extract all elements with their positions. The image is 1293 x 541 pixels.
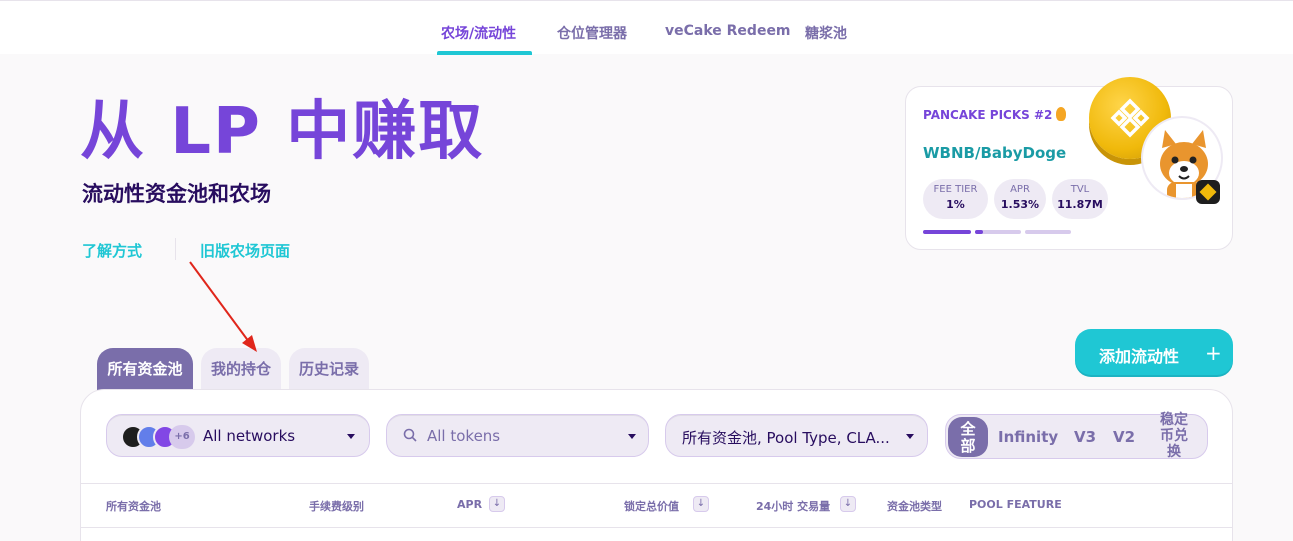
- sort-volume-icon[interactable]: ↓: [840, 496, 856, 512]
- plus-icon: +: [1205, 341, 1222, 365]
- top-subnav-bar: 农场/流动性 仓位管理器 veCake Redeem 糖浆池: [0, 0, 1293, 55]
- version-stableswap[interactable]: 稳定 币兑换: [1156, 412, 1192, 460]
- picks-pair-name[interactable]: WBNB/BabyDoge: [923, 144, 1066, 162]
- version-v3[interactable]: V3: [1074, 428, 1096, 446]
- stat-fee-tier: FEE TIER 1%: [923, 179, 988, 219]
- table-header-top-divider: [81, 483, 1232, 484]
- tab-my-positions[interactable]: 我的持仓: [201, 348, 281, 390]
- page-title: 从 LP 中赚取: [80, 95, 485, 169]
- version-toggle: 全部 Infinity V3 V2 稳定 币兑换: [945, 412, 1208, 460]
- version-v2[interactable]: V2: [1113, 428, 1135, 446]
- search-icon: [403, 428, 417, 442]
- fire-icon: [1056, 107, 1067, 121]
- more-networks-badge: +6: [169, 425, 195, 449]
- tab-history[interactable]: 历史记录: [289, 348, 369, 390]
- token-search-placeholder: All tokens: [427, 427, 501, 445]
- stat-apr: APR 1.53%: [994, 179, 1046, 219]
- stat-tvl: TVL 11.87M: [1052, 179, 1108, 219]
- sort-tvl-icon[interactable]: ↓: [693, 496, 709, 512]
- pool-type-select[interactable]: 所有资金池, Pool Type, CLA...: [665, 414, 928, 457]
- bnb-chain-badge-icon: [1196, 180, 1220, 204]
- page-subtitle: 流动性资金池和农场: [82, 182, 271, 206]
- add-liquidity-button[interactable]: 添加流动性 +: [1075, 329, 1233, 377]
- sort-apr-icon[interactable]: ↓: [489, 496, 505, 512]
- carousel-dot-3[interactable]: [1025, 230, 1071, 234]
- network-select[interactable]: +6 All networks: [106, 414, 370, 457]
- subnav-position-manager[interactable]: 仓位管理器: [557, 23, 627, 43]
- th-pool-type: 资金池类型: [887, 500, 942, 513]
- th-pool-feature: POOL FEATURE: [969, 498, 1062, 511]
- token-search-select[interactable]: All tokens: [386, 414, 649, 457]
- learn-how-link[interactable]: 了解方式: [82, 240, 142, 261]
- th-apr: APR: [457, 498, 483, 511]
- subnav-farms-liquidity[interactable]: 农场/流动性: [441, 23, 516, 43]
- subnav-syrup-pools[interactable]: 糖浆池: [805, 23, 847, 43]
- legacy-farms-link[interactable]: 旧版农场页面: [200, 240, 290, 261]
- active-tab-indicator: [437, 51, 532, 55]
- tab-all-pools[interactable]: 所有资金池: [97, 348, 193, 390]
- version-infinity[interactable]: Infinity: [998, 428, 1058, 446]
- link-divider: [175, 238, 176, 260]
- th-volume-24h: 24小时 交易量: [756, 500, 831, 513]
- th-tvl: 锁定总价值: [624, 500, 679, 513]
- network-select-label: All networks: [203, 427, 296, 445]
- subnav: 农场/流动性 仓位管理器 veCake Redeem 糖浆池: [0, 1, 1293, 55]
- carousel-dot-1[interactable]: [923, 230, 971, 234]
- subnav-vecake-redeem[interactable]: veCake Redeem: [665, 23, 791, 39]
- th-fee-tier: 手续费级别: [309, 500, 364, 513]
- chevron-down-icon: [347, 434, 355, 439]
- version-all[interactable]: 全部: [948, 417, 988, 457]
- chevron-down-icon: [906, 434, 914, 439]
- carousel-dot-2[interactable]: [975, 230, 1021, 234]
- th-all-pools: 所有资金池: [106, 500, 161, 513]
- pools-table-card: [80, 389, 1233, 541]
- table-header-bottom-divider: [81, 527, 1232, 528]
- chevron-down-icon: [628, 434, 636, 439]
- pool-type-label: 所有资金池, Pool Type, CLA...: [682, 429, 890, 447]
- picks-title: PANCAKE PICKS #2: [923, 107, 1067, 122]
